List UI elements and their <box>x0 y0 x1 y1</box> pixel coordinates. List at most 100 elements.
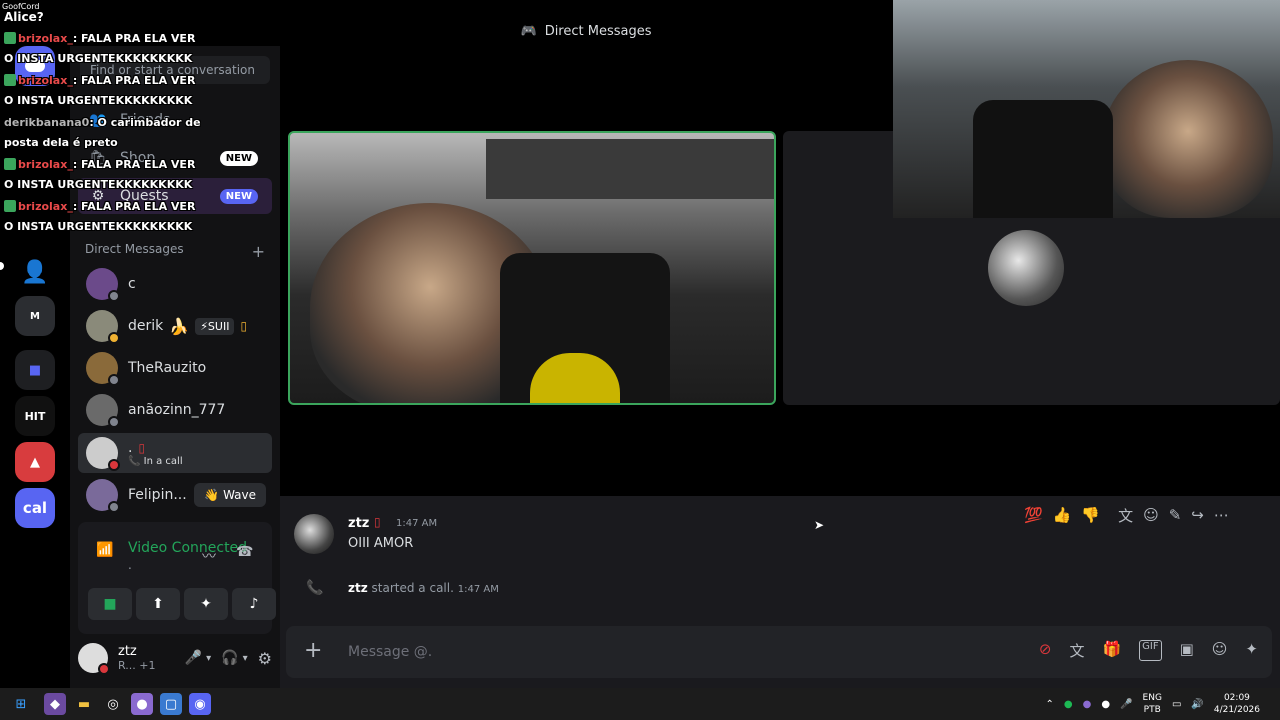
chair-shape <box>973 100 1113 218</box>
folder-icon[interactable]: ■ <box>15 350 55 390</box>
badge-icon <box>4 32 16 44</box>
overlay-user: derikbanana0 <box>4 116 90 129</box>
overlay-line: O INSTA URGENTEKKKKKKKKK <box>4 52 193 65</box>
overlay-user: brizolax_ <box>18 158 73 171</box>
language-indicator[interactable]: ENG PTB <box>1143 692 1162 716</box>
dm-item-c[interactable]: c <box>78 264 272 304</box>
no-video-icon[interactable]: ⊘ <box>1039 640 1052 661</box>
avatar <box>86 437 120 471</box>
dm-item-anaozinn[interactable]: anãozinn_777 <box>78 390 272 430</box>
hundred-icon[interactable]: 💯 <box>1024 506 1043 524</box>
translate-icon[interactable]: 文 <box>1118 505 1133 526</box>
mic-icon[interactable]: 🎤 <box>185 650 202 666</box>
new-badge: NEW <box>219 150 258 166</box>
app-window: 👤 M ■ HIT ▲ cal 🎮 Direct Messages Find o… <box>0 0 1280 720</box>
dm-header-label: Direct Messages <box>85 242 184 256</box>
server-hit-icon[interactable]: HIT <box>15 396 55 436</box>
badge-icon <box>4 200 16 212</box>
message-text: OIII AMOR <box>348 536 414 551</box>
overlay-line: posta dela é preto <box>4 136 118 149</box>
chevron-down-icon[interactable]: ▾ <box>243 653 248 664</box>
avatar[interactable] <box>294 514 334 554</box>
app-icon[interactable]: ◆ <box>44 693 66 715</box>
overlay-line: brizolax_: FALA PRA ELA VER <box>4 158 195 171</box>
emoji-icon[interactable]: ☺ <box>1212 640 1228 661</box>
thumbs-up-icon[interactable]: 👍 <box>1053 506 1072 524</box>
dm-item-therauzito[interactable]: TheRauzito <box>78 348 272 388</box>
overlay-text: : O carimbador de <box>89 116 201 129</box>
thumbs-down-icon[interactable]: 👎 <box>1081 506 1100 524</box>
overlay-line: derikbanana0: O carimbador de <box>4 116 201 129</box>
dm-item-felipin[interactable]: Felipin... 👋 Wave <box>78 475 272 515</box>
overlay-line: Alice? <box>4 10 44 24</box>
clock[interactable]: 02:09 4/21/2026 <box>1214 692 1260 716</box>
mic-icon[interactable]: 🎤 <box>1120 699 1132 710</box>
app-icon[interactable]: ▢ <box>160 693 182 715</box>
screenshare-button[interactable]: ⬆ <box>136 588 180 620</box>
username: ztz <box>118 644 137 659</box>
overlay-text: : FALA PRA ELA VER <box>72 74 196 87</box>
mobile-icon: ▯ <box>240 319 248 333</box>
server-cal-icon[interactable]: cal <box>15 488 55 528</box>
app-tray-icon[interactable]: ● <box>1083 699 1092 710</box>
headphones-icon[interactable]: 🎧 <box>221 650 238 666</box>
translate-icon[interactable]: 文 <box>1069 640 1084 661</box>
overlay-line: O INSTA URGENTEKKKKKKKKK <box>4 220 193 233</box>
app-icon[interactable]: ● <box>131 693 153 715</box>
overlay-user: brizolax_ <box>18 74 73 87</box>
app-tray-icon[interactable]: ● <box>1101 699 1110 710</box>
forward-icon[interactable]: ↪ <box>1191 506 1204 524</box>
network-icon[interactable]: ▭ <box>1172 699 1181 710</box>
edit-icon[interactable]: ✎ <box>1169 506 1182 524</box>
discord-taskbar-icon[interactable]: ◉ <box>189 693 211 715</box>
volume-icon[interactable]: 🔊 <box>1191 699 1203 710</box>
taskbar: ⊞ ◆ ▬ ◎ ● ▢ ◉ ⌃ ● ● ● 🎤 ENG PTB ▭ 🔊 02:09… <box>0 688 1280 720</box>
disconnect-icon[interactable]: ☎ <box>236 544 253 560</box>
soundboard-button[interactable]: ♪ <box>232 588 276 620</box>
gear-icon[interactable]: ⚙ <box>258 649 272 668</box>
more-icon[interactable]: ⋯ <box>1214 506 1229 524</box>
video-tile-local[interactable] <box>288 131 776 405</box>
add-dm-button[interactable]: + <box>252 242 265 261</box>
add-reaction-icon[interactable]: ☺ <box>1143 506 1159 524</box>
noise-suppression-icon[interactable]: 〰 <box>202 546 216 566</box>
voice-channel: . <box>128 558 132 572</box>
server-red-icon[interactable]: ▲ <box>15 442 55 482</box>
user-icon[interactable]: 👤 <box>15 252 55 292</box>
camera-button[interactable]: ■ <box>88 588 132 620</box>
gif-icon[interactable]: GIF <box>1139 640 1162 661</box>
message-input[interactable]: Message @. <box>348 644 432 660</box>
windows-start-icon[interactable]: ⊞ <box>10 693 32 715</box>
system-author[interactable]: ztz <box>348 581 368 595</box>
avatar <box>86 394 120 428</box>
badge-icon <box>4 158 16 170</box>
voice-status: Video Connected <box>128 540 248 556</box>
chrome-icon[interactable]: ◎ <box>102 693 124 715</box>
activities-button[interactable]: ✦ <box>184 588 228 620</box>
attach-button[interactable]: + <box>304 638 322 663</box>
server-group-icon[interactable]: M <box>15 296 55 336</box>
spotify-icon[interactable]: ● <box>1064 699 1073 710</box>
system-time: 1:47 AM <box>457 584 499 595</box>
emoji-icon: 🍌 <box>169 316 190 336</box>
clan-tag: ⚡SUII <box>195 317 235 335</box>
sticker-icon[interactable]: ▣ <box>1180 640 1194 661</box>
avatar[interactable] <box>78 643 110 675</box>
shelf <box>486 139 774 199</box>
dm-item-dot[interactable]: . ▯ 📞 In a call <box>78 433 272 473</box>
chat-area: ztz ▯ 1:47 AM OIII AMOR 💯 👍 👎 文 ☺ ✎ ↪ ⋯ … <box>280 496 1280 688</box>
file-explorer-icon[interactable]: ▬ <box>73 693 95 715</box>
apps-icon[interactable]: ✦ <box>1245 640 1258 661</box>
mobile-icon: ▯ <box>374 515 381 529</box>
chevron-down-icon[interactable]: ▾ <box>206 653 211 664</box>
chevron-up-icon[interactable]: ⌃ <box>1045 699 1053 710</box>
wave-icon: 👋 <box>204 488 220 502</box>
gift-icon[interactable]: 🎁 <box>1102 640 1121 661</box>
dm-item-derik[interactable]: derik 🍌 ⚡SUII ▯ <box>78 306 272 346</box>
video-pip[interactable] <box>893 0 1280 218</box>
overlay-line: brizolax_: FALA PRA ELA VER <box>4 74 195 87</box>
phone-icon: 📞 <box>128 455 141 467</box>
wave-button[interactable]: 👋 Wave <box>194 483 266 507</box>
message-author[interactable]: ztz <box>348 516 369 531</box>
user-panel: ztz R... +1 🎤 ▾ 🎧 ▾ ⚙ <box>78 634 272 682</box>
